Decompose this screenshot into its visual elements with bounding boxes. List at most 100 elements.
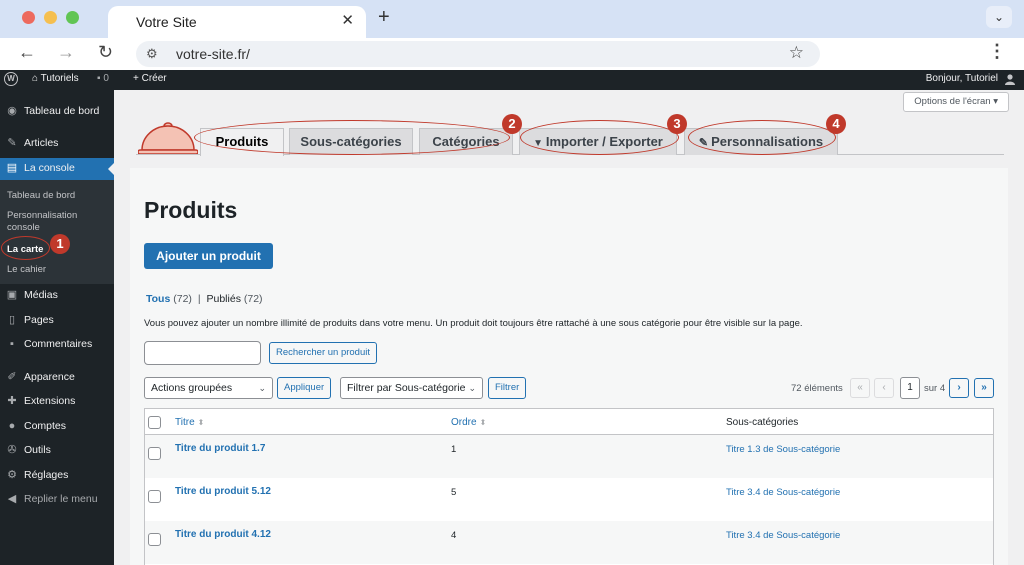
product-order: 1 bbox=[451, 444, 457, 455]
new-content-link[interactable]: + Créer bbox=[133, 73, 167, 84]
annotation-oval-tabs bbox=[194, 120, 510, 155]
sidebar-item-dashboard[interactable]: ◉ Tableau de bord bbox=[0, 101, 114, 123]
screen-options-label: Options de l'écran bbox=[914, 96, 991, 107]
close-window-button[interactable] bbox=[22, 11, 35, 24]
comments-link[interactable]: ▪ 0 bbox=[97, 73, 109, 84]
product-subcategory-link[interactable]: Titre 1.3 de Sous-catégorie bbox=[726, 444, 840, 455]
product-subcategory-link[interactable]: Titre 3.4 de Sous-catégorie bbox=[726, 530, 840, 541]
minimize-window-button[interactable] bbox=[44, 11, 57, 24]
wp-admin-bar: W ⌂ Tutoriels ▪ 0 + Créer Bonjour, Tutor… bbox=[0, 70, 1024, 90]
sidebar-item-accounts[interactable]: ● Comptes bbox=[0, 416, 114, 438]
column-header-order[interactable]: Ordre ⬍ bbox=[451, 417, 486, 428]
products-table: Titre ⬍ Ordre ⬍ Sous-catégories Titre du p… bbox=[144, 408, 994, 565]
comment-icon: ▪ bbox=[10, 338, 14, 350]
address-bar[interactable]: ⚙ votre-site.fr/ ☆ bbox=[136, 41, 820, 67]
product-order: 4 bbox=[451, 530, 457, 541]
sidebar-item-settings[interactable]: ⚙ Réglages bbox=[0, 465, 114, 487]
pin-icon: ✎ bbox=[7, 137, 17, 149]
column-header-title[interactable]: Titre ⬍ bbox=[175, 417, 204, 428]
product-title-link[interactable]: Titre du produit 1.7 bbox=[175, 443, 265, 454]
subcategory-filter-select[interactable]: Filtrer par Sous-catégorie ⌄ bbox=[340, 377, 483, 399]
first-page-button[interactable]: « bbox=[850, 378, 870, 398]
comment-icon: ▪ bbox=[97, 73, 101, 84]
product-subcategory-link[interactable]: Titre 3.4 de Sous-catégorie bbox=[726, 487, 840, 498]
wordpress-logo-icon[interactable]: W bbox=[4, 72, 18, 86]
sidebar-item-tools[interactable]: ✇ Outils bbox=[0, 440, 114, 462]
screen-options-button[interactable]: Options de l'écran ▾ bbox=[903, 92, 1009, 112]
filter-all-link[interactable]: Tous bbox=[146, 293, 170, 305]
comments-count: 0 bbox=[103, 73, 109, 84]
new-tab-icon[interactable]: + bbox=[378, 6, 390, 29]
sort-icon: ⬍ bbox=[479, 418, 487, 427]
page-icon: ▯ bbox=[8, 314, 16, 326]
sidebar-item-console[interactable]: ▤ La console bbox=[0, 158, 114, 180]
sidebar-item-label: La console bbox=[24, 162, 75, 174]
close-icon[interactable]: ✕ bbox=[341, 11, 354, 29]
sidebar-item-appearance[interactable]: ✐ Apparence bbox=[0, 367, 114, 389]
back-arrow-icon[interactable]: ← bbox=[18, 42, 36, 63]
site-name-link[interactable]: ⌂ Tutoriels bbox=[32, 73, 79, 84]
site-name-label: Tutoriels bbox=[40, 73, 79, 84]
select-all-checkbox[interactable] bbox=[148, 416, 161, 429]
browser-tab-title: Votre Site bbox=[136, 14, 197, 30]
apply-button[interactable]: Appliquer bbox=[277, 377, 332, 399]
user-avatar-icon[interactable] bbox=[1004, 73, 1016, 85]
submenu-console-customization[interactable]: Personnalisation console bbox=[7, 210, 107, 234]
sidebar-collapse-menu[interactable]: ◀ Replier le menu bbox=[0, 489, 114, 511]
caret-down-icon: ▾ bbox=[993, 96, 998, 107]
sidebar-item-label: Médias bbox=[24, 289, 58, 301]
filter-published-count: (72) bbox=[243, 293, 263, 305]
url-text[interactable]: votre-site.fr/ bbox=[176, 46, 250, 62]
submenu-dashboard[interactable]: Tableau de bord bbox=[7, 190, 107, 202]
row-checkbox[interactable] bbox=[148, 490, 161, 503]
annotation-oval-import bbox=[520, 120, 679, 155]
table-row: Titre du produit 4.12 4 Titre 3.4 de Sou… bbox=[145, 521, 993, 564]
sidebar-item-media[interactable]: ▣ Médias bbox=[0, 285, 114, 307]
filter-published-link[interactable]: Publiés bbox=[207, 293, 241, 305]
row-checkbox[interactable] bbox=[148, 533, 161, 546]
submenu-le-cahier[interactable]: Le cahier bbox=[7, 264, 107, 276]
sidebar-item-pages[interactable]: ▯ Pages bbox=[0, 310, 114, 332]
sidebar-item-label: Tableau de bord bbox=[24, 105, 100, 117]
last-page-button[interactable]: » bbox=[974, 378, 994, 398]
annotation-badge-3: 3 bbox=[667, 114, 687, 134]
reload-icon[interactable]: ↻ bbox=[98, 42, 113, 63]
site-settings-icon[interactable]: ⚙ bbox=[146, 46, 158, 62]
bookmark-star-icon[interactable]: ☆ bbox=[789, 43, 804, 63]
page-description: Vous pouvez ajouter un nombre illimité d… bbox=[144, 318, 803, 329]
product-title-link[interactable]: Titre du produit 4.12 bbox=[175, 529, 271, 540]
column-header-subcategories: Sous-catégories bbox=[726, 417, 799, 428]
filter-separator: | bbox=[197, 293, 201, 305]
status-filters: Tous (72) | Publiés (72) bbox=[146, 293, 263, 305]
browser-tab[interactable]: Votre Site ✕ bbox=[108, 6, 366, 38]
row-checkbox[interactable] bbox=[148, 447, 161, 460]
annotation-badge-1: 1 bbox=[50, 234, 70, 254]
next-page-button[interactable]: › bbox=[949, 378, 969, 398]
current-page-input[interactable]: 1 bbox=[900, 377, 920, 399]
search-input[interactable] bbox=[144, 341, 261, 365]
product-title-link[interactable]: Titre du produit 5.12 bbox=[175, 486, 271, 497]
chevron-down-icon[interactable]: ⌄ bbox=[986, 6, 1012, 28]
annotation-circle bbox=[1, 236, 50, 260]
console-submenu: Tableau de bord Personnalisation console… bbox=[0, 180, 114, 284]
sidebar-item-extensions[interactable]: ✚ Extensions bbox=[0, 391, 114, 413]
console-icon: ▤ bbox=[6, 162, 18, 174]
sidebar-item-label: Réglages bbox=[24, 469, 69, 481]
home-icon: ⌂ bbox=[32, 73, 39, 84]
sidebar-item-articles[interactable]: ✎ Articles bbox=[0, 133, 114, 155]
annotation-oval-custom bbox=[688, 120, 836, 155]
filter-button[interactable]: Filtrer bbox=[488, 377, 527, 399]
sidebar-item-label: Commentaires bbox=[24, 338, 93, 350]
column-header-label: Titre bbox=[175, 417, 195, 428]
user-greeting[interactable]: Bonjour, Tutoriel bbox=[926, 73, 998, 84]
maximize-window-button[interactable] bbox=[66, 11, 79, 24]
new-content-label: Créer bbox=[141, 73, 167, 84]
forward-arrow-icon[interactable]: → bbox=[57, 42, 75, 63]
add-product-button[interactable]: Ajouter un produit bbox=[144, 243, 273, 269]
kebab-menu-icon[interactable]: ⋮ bbox=[988, 41, 1006, 62]
search-product-button[interactable]: Rechercher un produit bbox=[269, 342, 377, 364]
items-count: 72 éléments bbox=[791, 383, 843, 394]
sidebar-item-comments[interactable]: ▪ Commentaires bbox=[0, 334, 114, 356]
bulk-actions-select[interactable]: Actions groupées ⌄ bbox=[144, 377, 273, 399]
prev-page-button[interactable]: ‹ bbox=[874, 378, 894, 398]
